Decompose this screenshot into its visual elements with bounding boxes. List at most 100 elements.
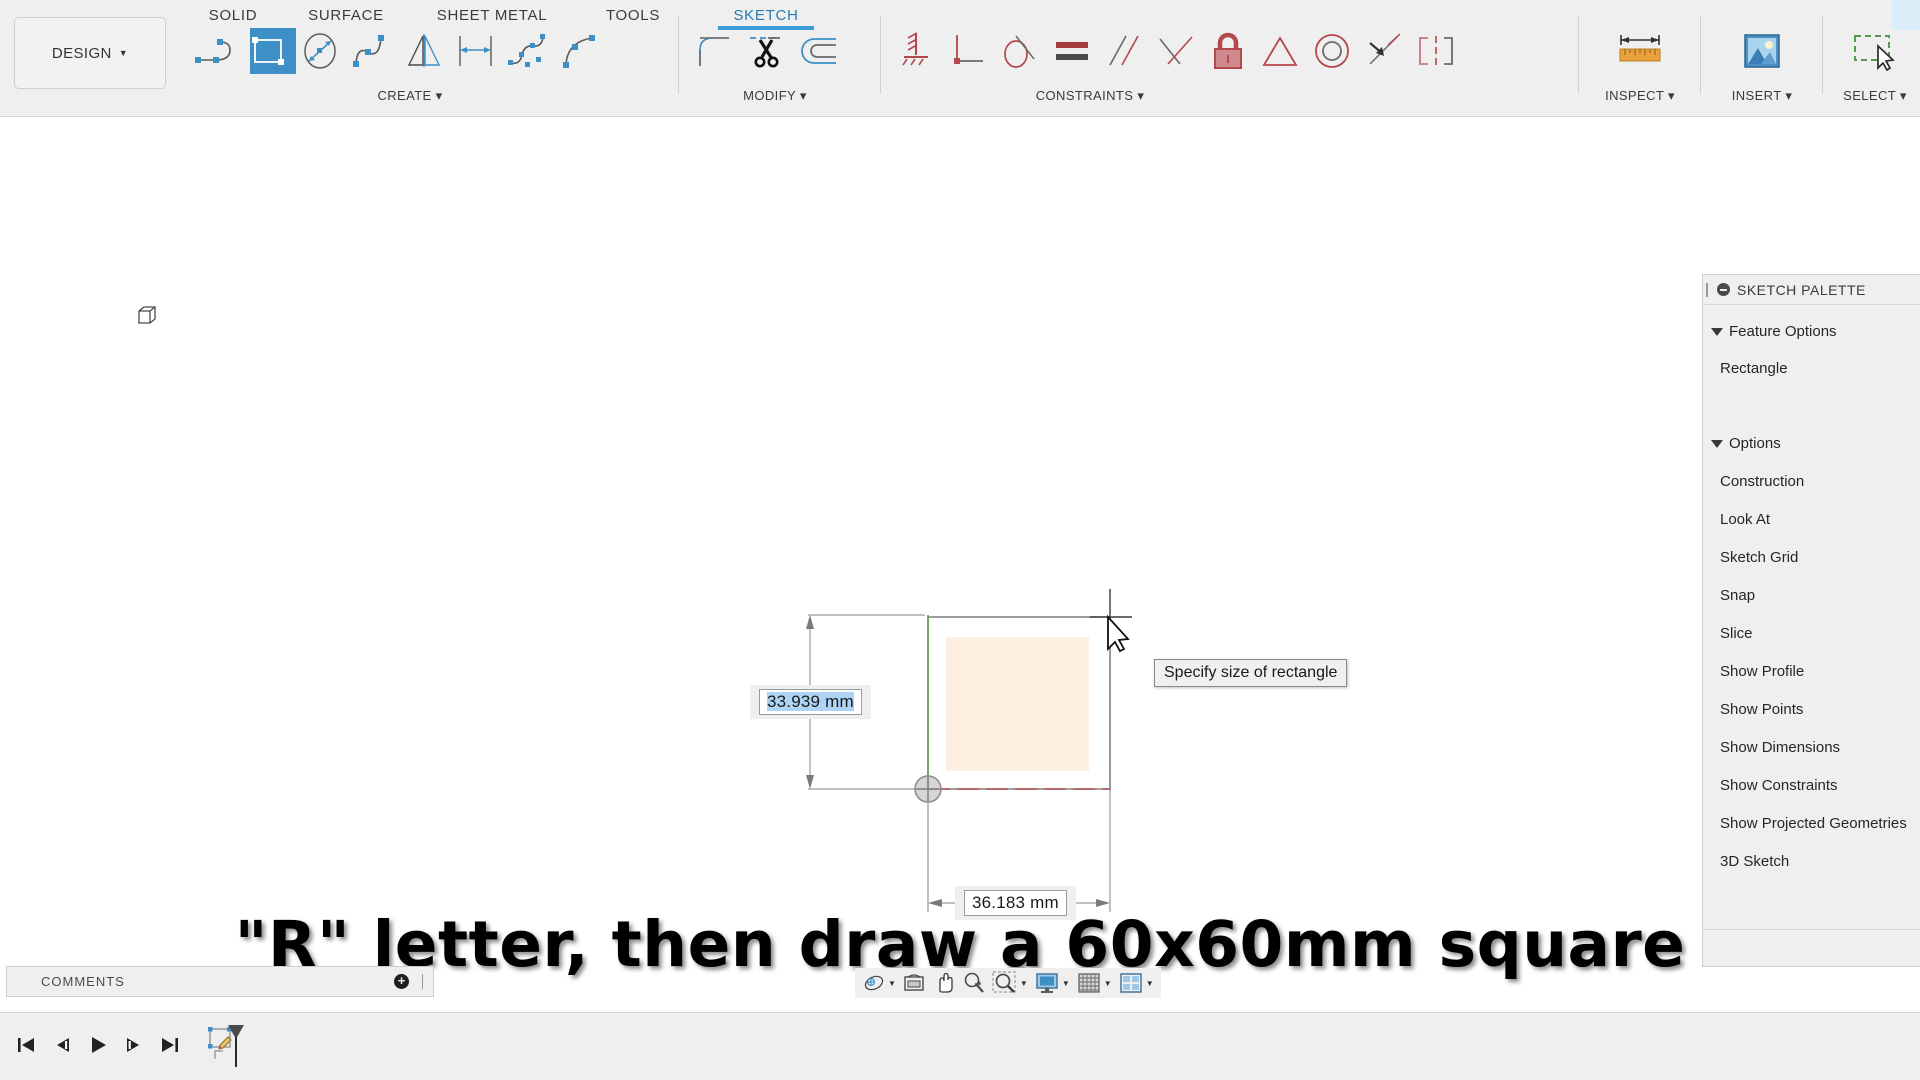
ribbon-group-select: SELECT ▾: [1830, 20, 1920, 115]
chevron-down-icon: ▼: [1104, 979, 1112, 988]
palette-item-label: Show Dimensions: [1720, 739, 1840, 756]
create-conic-curve-tool[interactable]: [554, 21, 606, 81]
palette-item-snap[interactable]: Snap: [1703, 587, 1920, 604]
palette-item-3d-sketch[interactable]: 3D Sketch: [1703, 853, 1920, 870]
chevron-down-icon: ▼: [1146, 979, 1154, 988]
constraint-concentric-tool[interactable]: [1306, 21, 1358, 81]
ribbon-divider-5: [1822, 16, 1823, 94]
chevron-down-icon: ▾: [800, 88, 807, 103]
constraint-horizontal-vertical-tool[interactable]: [942, 21, 994, 81]
zoom-window-icon[interactable]: ▼: [989, 969, 1031, 997]
section-options-label: Options: [1729, 435, 1781, 452]
constraint-parallel-tool[interactable]: [1098, 21, 1150, 81]
ribbon-group-constraints-label[interactable]: CONSTRAINTS ▾: [930, 88, 1250, 104]
modify-trim-tool[interactable]: [742, 21, 794, 81]
modify-offset-tool[interactable]: [794, 21, 846, 81]
constraint-symmetry-tool[interactable]: [1410, 21, 1462, 81]
chevron-down-icon: ▼: [888, 979, 896, 988]
viewports-icon[interactable]: ▼: [1115, 969, 1157, 997]
create-rectangle-tool[interactable]: [242, 21, 294, 81]
select-window-tool[interactable]: [1830, 21, 1920, 81]
palette-item-label: Rectangle: [1720, 360, 1788, 377]
comments-resize-grip[interactable]: [422, 974, 423, 989]
palette-item-show-points[interactable]: Show Points: [1703, 701, 1920, 718]
palette-item-show-dimensions[interactable]: Show Dimensions: [1703, 739, 1920, 756]
palette-item-label: Snap: [1720, 587, 1755, 604]
go-to-end-icon[interactable]: [152, 1025, 188, 1065]
palette-item-label: Look At: [1720, 511, 1770, 528]
palette-item-label: Show Projected Geometries: [1720, 815, 1907, 832]
vertical-dimension-box[interactable]: 33.939 mm: [750, 685, 871, 719]
ribbon-group-inspect: INSPECT ▾: [1586, 20, 1694, 115]
insert-label-text: INSERT: [1732, 88, 1782, 103]
step-back-icon[interactable]: [44, 1025, 80, 1065]
pan-hand-icon[interactable]: [929, 969, 959, 997]
step-forward-icon[interactable]: [116, 1025, 152, 1065]
constraint-tangent-tool[interactable]: [994, 21, 1046, 81]
go-to-beginning-icon[interactable]: [8, 1025, 44, 1065]
constraint-equal-tool[interactable]: [1046, 21, 1098, 81]
create-circle-tool[interactable]: [294, 21, 346, 81]
modify-label-text: MODIFY: [743, 88, 796, 103]
inspect-measure-tool[interactable]: [1586, 21, 1694, 81]
minus-circle-icon[interactable]: [1717, 283, 1730, 296]
workspace-switcher-label: DESIGN: [52, 45, 112, 62]
palette-item-show-profile[interactable]: Show Profile: [1703, 663, 1920, 680]
plus-circle-icon[interactable]: +: [394, 974, 409, 989]
vertical-dimension-input[interactable]: 33.939 mm: [759, 689, 862, 715]
palette-item-rectangle[interactable]: Rectangle: [1703, 360, 1920, 377]
palette-item-construction[interactable]: Construction: [1703, 473, 1920, 490]
constraint-midpoint-tool[interactable]: [1254, 21, 1306, 81]
ribbon-divider-1: [678, 16, 679, 94]
create-mirror-tool[interactable]: [398, 21, 450, 81]
palette-item-sketch-grid[interactable]: Sketch Grid: [1703, 549, 1920, 566]
constraint-fix-unfix-tool[interactable]: [890, 21, 942, 81]
sketch-canvas[interactable]: 33.939 mm 36.183 mm Specify size of rect…: [0, 117, 1920, 972]
orbit-icon[interactable]: ▼: [859, 969, 899, 997]
palette-item-show-constraints[interactable]: Show Constraints: [1703, 777, 1920, 794]
zoom-icon[interactable]: [959, 969, 989, 997]
palette-resize-grip[interactable]: [1706, 283, 1708, 297]
chevron-down-icon: [1711, 328, 1723, 336]
ribbon-group-constraints: CONSTRAINTS ▾: [890, 20, 1560, 115]
command-tooltip: Specify size of rectangle: [1154, 659, 1347, 687]
constraint-coincident-tool[interactable]: [1358, 21, 1410, 81]
ribbon-group-select-label[interactable]: SELECT ▾: [1830, 88, 1920, 104]
create-label-text: CREATE: [377, 88, 431, 103]
section-options[interactable]: Options: [1703, 435, 1920, 452]
section-feature-options-label: Feature Options: [1729, 323, 1837, 340]
palette-item-look-at[interactable]: Look At: [1703, 511, 1920, 528]
insert-image-tool[interactable]: [1708, 21, 1816, 81]
sketch-timeline-marker-icon[interactable]: [206, 1021, 254, 1069]
create-arc-tool[interactable]: [346, 21, 398, 81]
sketch-palette-header: SKETCH PALETTE: [1703, 275, 1920, 305]
chevron-down-icon: ▾: [436, 88, 443, 103]
ribbon-group-modify-label[interactable]: MODIFY ▾: [690, 88, 860, 104]
section-feature-options[interactable]: Feature Options: [1703, 323, 1920, 340]
palette-item-show-projected-geometries[interactable]: Show Projected Geometries: [1703, 815, 1920, 832]
create-spline-tool[interactable]: [502, 21, 554, 81]
palette-item-slice[interactable]: Slice: [1703, 625, 1920, 642]
create-line-tool[interactable]: [190, 21, 242, 81]
chevron-down-icon: ▾: [1668, 88, 1675, 103]
ribbon-group-create-label[interactable]: CREATE ▾: [190, 88, 630, 104]
look-at-icon[interactable]: [899, 969, 929, 997]
chevron-down-icon: ▼: [1020, 979, 1028, 988]
grid-snap-icon[interactable]: ▼: [1073, 969, 1115, 997]
modify-fillet-tool[interactable]: [690, 21, 742, 81]
create-dimension-tool[interactable]: [450, 21, 502, 81]
workspace-switcher-button[interactable]: DESIGN ▼: [14, 17, 166, 89]
select-label-text: SELECT: [1843, 88, 1896, 103]
chevron-down-icon: ▾: [1137, 88, 1144, 103]
ribbon-group-inspect-label[interactable]: INSPECT ▾: [1586, 88, 1694, 104]
display-settings-icon[interactable]: ▼: [1031, 969, 1073, 997]
palette-item-label: Slice: [1720, 625, 1753, 642]
tree-label: Logo:1: [164, 307, 210, 324]
constraint-perpendicular-tool[interactable]: [1150, 21, 1202, 81]
play-icon[interactable]: [80, 1025, 116, 1065]
constraint-lock-tool[interactable]: [1202, 21, 1254, 81]
comments-panel-header[interactable]: COMMENTS +: [6, 966, 434, 997]
palette-item-label: Show Points: [1720, 701, 1803, 718]
ribbon-group-insert-label[interactable]: INSERT ▾: [1708, 88, 1816, 104]
chevron-down-icon: ▼: [119, 48, 128, 58]
